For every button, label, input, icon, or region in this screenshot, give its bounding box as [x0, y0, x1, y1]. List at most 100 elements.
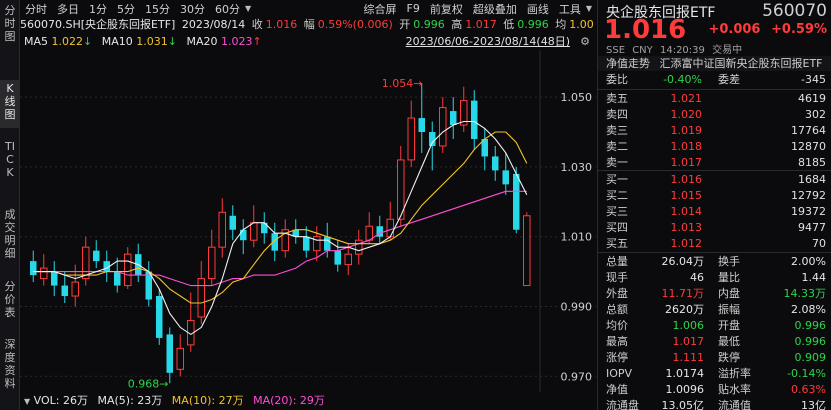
- stat-value: 0.996: [794, 335, 827, 348]
- tab-trade-details[interactable]: 成交明细: [0, 206, 20, 266]
- candlestick-chart[interactable]: 1.050 1.030 1.010 0.990 0.970 1.054→ 0.968→: [20, 50, 596, 392]
- candle-body: [334, 250, 342, 265]
- candle-body: [438, 107, 447, 147]
- y-tick-label: 1.010: [561, 231, 593, 244]
- fund-fullname-tab[interactable]: 汇添富中证国新央企股东回报ETF: [660, 57, 823, 70]
- close-label: 收: [251, 18, 263, 31]
- vol-ma5-label: MA(5):: [97, 394, 134, 407]
- tab-depth-data[interactable]: 深度资料: [0, 336, 20, 396]
- ask-level-label: 卖四: [606, 108, 628, 121]
- stat-value: 2620万: [665, 303, 704, 316]
- stat-label: 净值: [606, 383, 628, 396]
- y-tick-label: 1.050: [561, 91, 593, 104]
- period-60min[interactable]: 60分: [210, 1, 245, 17]
- bid-price: 1.015: [670, 189, 703, 202]
- tab-tick[interactable]: TICK: [0, 138, 20, 200]
- period-more-chevron-icon[interactable]: ▼: [245, 4, 251, 13]
- candle-body: [522, 215, 531, 287]
- settings-gear-icon[interactable]: ⚙: [580, 33, 590, 50]
- period-multiday[interactable]: 多日: [52, 1, 84, 17]
- bid-volume: 12792: [791, 189, 826, 202]
- high-value: 1.017: [465, 18, 497, 31]
- ma10-line: [33, 131, 528, 304]
- period-30min[interactable]: 30分: [175, 1, 210, 17]
- period-1min[interactable]: 1分: [84, 1, 112, 17]
- ask-row: 卖四 1.020 302: [598, 107, 831, 123]
- quote-time: 14:20:39: [659, 45, 705, 56]
- stat-label: 涨停: [606, 351, 628, 364]
- stat-label: 总额: [606, 303, 628, 316]
- bid-price: 1.016: [670, 173, 703, 186]
- quote-change: +0.006 +0.59%: [708, 22, 827, 37]
- stat-label: 流通值: [718, 399, 751, 410]
- tab-price-table-label: 分价表: [4, 280, 16, 319]
- ask-price: 1.019: [670, 124, 703, 137]
- quote-change-pct: +0.59%: [771, 22, 827, 37]
- super-overlay-button[interactable]: 超级叠加: [468, 1, 522, 17]
- candle-body: [512, 173, 520, 230]
- stat-value: -0.14%: [787, 367, 826, 380]
- vol-ma20-label: MA(20):: [253, 394, 297, 407]
- candle-body: [407, 117, 416, 161]
- ask-price: 1.020: [670, 108, 703, 121]
- candle-body: [502, 170, 510, 185]
- ask-volume: 8185: [798, 156, 826, 169]
- stat-label: 现手: [606, 271, 628, 284]
- stat-label: 振幅: [718, 303, 740, 316]
- y-tick-label: 0.990: [561, 301, 593, 314]
- close-value: 1.016: [265, 18, 298, 31]
- ma5-line: [33, 120, 528, 336]
- period-15min[interactable]: 15分: [140, 1, 175, 17]
- ask-volume: 302: [805, 108, 826, 121]
- bid-volume: 9477: [798, 221, 826, 234]
- stat-value: 1.006: [672, 319, 705, 332]
- draw-line-button[interactable]: 画线: [522, 1, 554, 17]
- vol-ma5-value: 23万: [137, 394, 163, 407]
- candle-body: [249, 222, 258, 241]
- bid-level-label: 买三: [606, 205, 628, 218]
- bid-volume: 19372: [791, 205, 826, 218]
- divider: [598, 89, 831, 90]
- bid-row: 买二 1.015 12792: [598, 188, 831, 204]
- stats-row: 总量 26.04万 换手 2.00%: [598, 254, 831, 270]
- vol-ma10-label: MA(10):: [171, 394, 216, 407]
- security-code: 560070.SH[央企股东回报ETF]: [20, 18, 176, 31]
- tab-price-table[interactable]: 分价表: [0, 278, 20, 326]
- candle-body: [29, 261, 37, 276]
- forward-adjust-button[interactable]: 前复权: [425, 1, 468, 17]
- tab-depth-data-label: 深度资料: [4, 338, 16, 390]
- stats-row: 流通盘 13.05亿 流通值 13亿: [598, 398, 831, 410]
- bid-level-label: 买一: [606, 173, 628, 186]
- candle-body: [229, 215, 237, 230]
- vol-ma20-value: 29万: [299, 394, 325, 407]
- quote-panel: 央企股东回报ETF 560070 1.016 +0.006 +0.59% SSE…: [597, 0, 831, 410]
- ma10-label: MA10: [101, 35, 133, 48]
- tools-button[interactable]: 工具: [554, 1, 586, 17]
- divider: [598, 252, 831, 253]
- ask-row: 卖五 1.021 4619: [598, 91, 831, 107]
- bid-level-label: 买五: [606, 237, 628, 250]
- period-timeshare[interactable]: 分时: [20, 1, 52, 17]
- ma10-down-arrow-icon: ↓: [167, 35, 177, 48]
- candle-body: [39, 267, 48, 280]
- candle-body: [113, 271, 121, 286]
- date-range-label[interactable]: 2023/06/06-2023/08/14(48日): [406, 33, 570, 50]
- candle-body: [123, 253, 132, 287]
- avg-label: 均: [555, 18, 567, 31]
- combined-screen-button[interactable]: 综合屏: [359, 1, 402, 17]
- ma20-up-arrow-icon: ↑: [252, 35, 262, 48]
- f9-button[interactable]: F9: [402, 2, 425, 15]
- tools-chevron-icon[interactable]: ▼: [586, 4, 596, 13]
- indicator-chevron-icon[interactable]: ▼: [24, 397, 30, 406]
- tab-kline-label: K线图: [4, 82, 16, 121]
- period-5min[interactable]: 5分: [112, 1, 140, 17]
- ask-row: 卖一 1.017 8185: [598, 155, 831, 171]
- bid-price: 1.013: [670, 221, 703, 234]
- tab-timeshare[interactable]: 分时图: [0, 2, 20, 50]
- ask-row: 卖三 1.019 17764: [598, 123, 831, 139]
- stat-label: 外盘: [606, 287, 628, 300]
- bid-volume: 1684: [798, 173, 826, 186]
- tab-kline[interactable]: K线图: [0, 80, 20, 128]
- nav-trend-tab[interactable]: 净值走势: [606, 57, 650, 70]
- stats-row: IOPV 1.0174 溢折率 -0.14%: [598, 366, 831, 382]
